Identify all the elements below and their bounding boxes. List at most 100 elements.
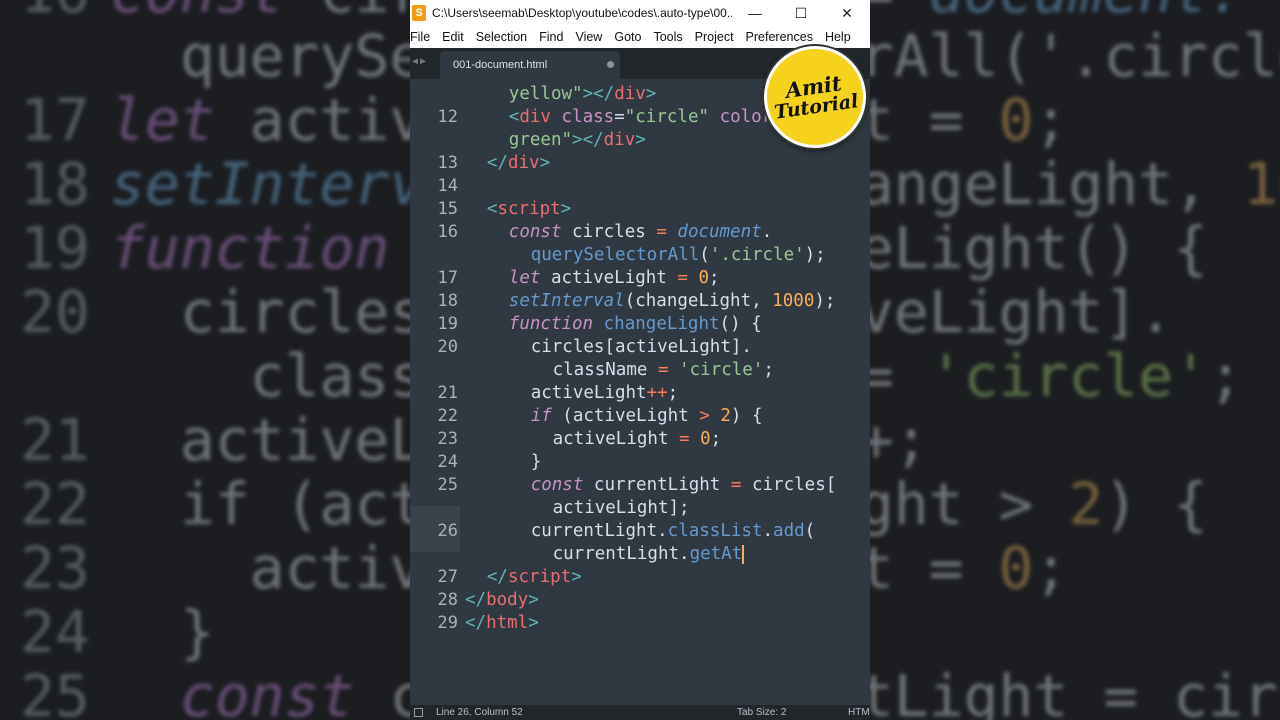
code-token: > [528, 613, 539, 633]
cursor-position[interactable]: Line 26, Column 52 [436, 705, 523, 720]
code-token: div [507, 153, 540, 173]
code-token: currentLight. [530, 521, 668, 541]
code-line[interactable]: 27 </script> [410, 566, 870, 589]
code-token: className [552, 360, 658, 380]
code-line[interactable]: 14 [410, 175, 870, 198]
line-number: 22 [437, 406, 458, 426]
code-token: body [486, 590, 529, 610]
menu-goto[interactable]: Goto [608, 30, 647, 44]
background-line-number: 23 [20, 534, 90, 602]
code-token: class [561, 107, 615, 127]
code-line[interactable]: activeLight]; [410, 497, 870, 520]
code-line[interactable]: 29 </html> [410, 612, 870, 635]
code-token: </ [593, 84, 615, 104]
code-text: circles[activeLight]. [531, 336, 752, 359]
code-line[interactable]: 25 const currentLight = circles[ [410, 474, 870, 497]
code-token: ); [814, 291, 836, 311]
code-token: div [603, 130, 636, 150]
code-line[interactable]: 16 const circles = document. [410, 221, 870, 244]
code-token: getAt [689, 544, 743, 564]
sublime-app-icon: S [412, 5, 426, 21]
code-line[interactable]: 19 function changeLight() { [410, 313, 870, 336]
code-text: green"></div> [509, 129, 646, 152]
title-bar: S C:\Users\seemab\Desktop\youtube\codes\… [410, 0, 870, 26]
code-token: = [679, 429, 690, 449]
background-code-token: currentLight = circles[ [389, 662, 410, 720]
background-code-line: 19function changeLight() { [870, 216, 1280, 280]
code-token: let [508, 268, 541, 288]
code-token: </ [486, 567, 508, 587]
code-text: </script> [487, 566, 582, 589]
minimize-button[interactable]: — [732, 5, 778, 21]
menu-find[interactable]: Find [533, 30, 569, 44]
menu-selection[interactable]: Selection [470, 30, 533, 44]
background-code-text: 16const circles = document. querySelecto… [870, 0, 1280, 720]
code-token: . [762, 521, 774, 541]
code-text: querySelectorAll('.circle'); [531, 244, 826, 267]
code-token: = [614, 107, 625, 127]
code-token: ; [710, 429, 722, 449]
code-line[interactable]: 15 <script> [410, 198, 870, 221]
code-line[interactable]: 22 if (activeLight > 2) { [410, 405, 870, 428]
tab-size[interactable]: Tab Size: 2 [737, 705, 786, 720]
code-editor[interactable]: yellow"></div> 12 <div class="circle" colo… [410, 79, 870, 694]
code-line[interactable]: currentLight.getAt [410, 543, 870, 566]
code-line[interactable]: querySelectorAll('.circle'); [410, 244, 870, 267]
code-token: 0 [698, 268, 710, 288]
line-number: 13 [437, 153, 458, 173]
code-line[interactable]: 21 activeLight++; [410, 382, 870, 405]
code-token: ; [709, 268, 720, 288]
code-token: add [773, 521, 805, 541]
code-token: currentLight [583, 475, 731, 495]
background-code-token: 2 [1068, 470, 1104, 538]
menu-edit[interactable]: Edit [436, 30, 470, 44]
code-token: activeLight [540, 268, 678, 288]
code-token: green" [508, 130, 573, 150]
tab-001-document[interactable]: 001-document.html [440, 51, 620, 79]
close-button[interactable]: ✕ [824, 5, 870, 22]
menu-file[interactable]: File [410, 30, 436, 44]
line-number: 14 [437, 176, 458, 196]
code-line[interactable]: className = 'circle'; [410, 359, 870, 382]
code-line[interactable]: 20 circles[activeLight]. [410, 336, 870, 359]
code-text: <script> [487, 198, 571, 221]
tab-scroll-arrows-icon[interactable]: ◀▶ [412, 56, 428, 67]
maximize-button[interactable]: ☐ [778, 5, 824, 22]
code-line[interactable]: 23 activeLight = 0; [410, 428, 870, 451]
code-token: activeLight [530, 383, 647, 403]
menu-preferences[interactable]: Preferences [740, 30, 819, 44]
code-token: if [530, 406, 552, 426]
code-token: } [530, 452, 542, 472]
unsaved-dot-icon[interactable] [607, 61, 614, 68]
code-line[interactable]: 26 currentLight.classList.add( [410, 520, 870, 543]
menu-project[interactable]: Project [689, 30, 740, 44]
code-token: < [508, 107, 520, 127]
code-line[interactable]: 24} [410, 451, 870, 474]
background-code-line: className = 'circle'; [20, 344, 410, 408]
background-line-number: 24 [20, 598, 90, 666]
code-text: setInterval(changeLight, 1000); [509, 290, 836, 313]
code-line[interactable]: 17 let activeLight = 0; [410, 267, 870, 290]
background-code-token: activeLight++; [179, 406, 410, 474]
menu-help[interactable]: Help [819, 30, 857, 44]
panel-toggle-icon[interactable] [414, 708, 423, 717]
code-token: ) { [730, 406, 763, 426]
code-token: div [519, 107, 551, 127]
code-line[interactable]: 13 </div> [410, 152, 870, 175]
line-number: 24 [437, 452, 458, 472]
syntax-mode[interactable]: HTML [848, 705, 870, 720]
code-line[interactable]: 28 </body> [410, 589, 870, 612]
line-number: 28 [437, 590, 458, 610]
code-line[interactable]: 18 setInterval(changeLight, 1000); [410, 290, 870, 313]
menu-view[interactable]: View [569, 30, 608, 44]
line-number: 12 [437, 107, 458, 127]
background-code-token: currentLight = circles[ [870, 662, 1280, 720]
background-code-token: setInterval [110, 150, 410, 218]
code-token: setInterval [508, 291, 625, 311]
menu-tools[interactable]: Tools [647, 30, 688, 44]
